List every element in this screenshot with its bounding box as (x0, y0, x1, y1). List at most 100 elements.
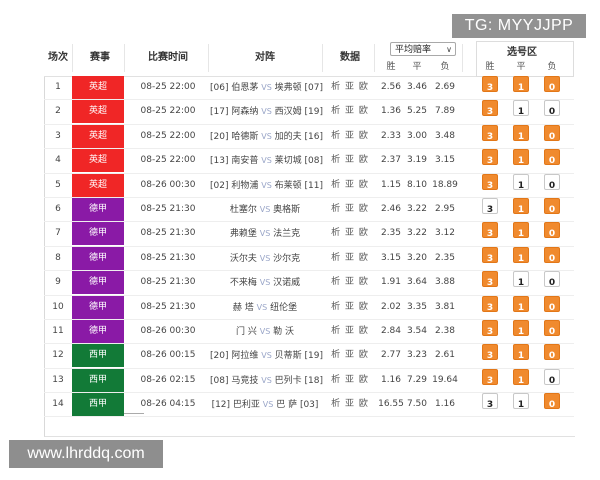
home-team[interactable]: 弗赖堡 (230, 229, 257, 239)
home-team[interactable]: [12] 巴利亚 (212, 400, 260, 410)
league-badge[interactable]: 德甲 (72, 197, 124, 221)
pick-draw-button[interactable]: 1 (513, 197, 529, 215)
data-links[interactable]: 析 亚 欧 (326, 320, 374, 343)
pick-loss-button[interactable]: 0 (544, 319, 560, 337)
pick-win-button[interactable]: 3 (482, 246, 498, 264)
pick-win-button[interactable]: 3 (482, 149, 498, 166)
pick-loss-button[interactable]: 0 (544, 295, 560, 313)
home-team[interactable]: [08] 马竞技 (210, 376, 258, 386)
league-badge[interactable]: 英超 (72, 76, 124, 99)
league-badge[interactable]: 英超 (72, 124, 124, 148)
pick-draw-button[interactable]: 1 (513, 344, 529, 361)
pick-win-button[interactable]: 3 (482, 173, 498, 191)
data-links[interactable]: 析 亚 欧 (326, 149, 374, 172)
pick-win-button[interactable]: 3 (482, 124, 498, 142)
home-team[interactable]: [20] 哈德斯 (210, 132, 258, 142)
league-badge[interactable]: 英超 (72, 173, 124, 197)
away-team[interactable]: 纽伦堡 (270, 303, 297, 313)
away-team[interactable]: 奥格斯 (273, 205, 300, 215)
pick-loss-button[interactable]: 0 (544, 124, 560, 142)
league-badge[interactable]: 德甲 (72, 295, 124, 319)
away-team[interactable]: 布莱顿 [11] (275, 181, 323, 191)
away-team[interactable]: 加的夫 [16] (275, 132, 323, 142)
home-team[interactable]: [06] 伯恩茅 (210, 83, 258, 93)
home-team[interactable]: [02] 利物浦 (210, 181, 258, 191)
pick-loss-button[interactable]: 0 (544, 197, 560, 215)
league-badge[interactable]: 英超 (72, 149, 124, 173)
home-team[interactable]: 杜塞尔 (230, 205, 257, 215)
data-links[interactable]: 析 亚 欧 (326, 76, 374, 99)
pick-win-button[interactable]: 3 (482, 197, 498, 215)
pick-win-button[interactable]: 3 (482, 344, 498, 361)
pick-loss-button[interactable]: 0 (544, 393, 560, 410)
league-badge[interactable]: 德甲 (72, 246, 124, 270)
away-team[interactable]: 巴 萨 [03] (276, 400, 318, 410)
odds-type-select[interactable]: 平均赔率 ∨ (390, 42, 456, 56)
pick-win-button[interactable]: 3 (482, 319, 498, 337)
data-links[interactable]: 析 亚 欧 (326, 393, 374, 416)
pick-draw-button[interactable]: 1 (513, 100, 529, 117)
league-badge[interactable]: 西甲 (72, 393, 124, 417)
away-team[interactable]: 勒 沃 (273, 327, 294, 337)
home-team[interactable]: [20] 阿拉维 (210, 351, 258, 361)
pick-loss-button[interactable]: 0 (544, 149, 560, 166)
league-badge[interactable]: 英超 (72, 100, 124, 124)
away-team[interactable]: 沙尔克 (273, 254, 300, 264)
pick-draw-button[interactable]: 1 (513, 319, 529, 337)
data-links[interactable]: 析 亚 欧 (326, 369, 374, 392)
pick-loss-button[interactable]: 0 (544, 344, 560, 361)
data-links[interactable]: 析 亚 欧 (326, 296, 374, 319)
away-team[interactable]: 西汉姆 [19] (275, 107, 323, 117)
pick-win-button[interactable]: 3 (482, 76, 498, 93)
data-links[interactable]: 析 亚 欧 (326, 198, 374, 221)
league-badge[interactable]: 西甲 (72, 344, 124, 368)
pick-win-button[interactable]: 3 (482, 368, 498, 386)
pick-win-button[interactable]: 3 (482, 100, 498, 117)
data-links[interactable]: 析 亚 欧 (326, 222, 374, 245)
league-badge[interactable]: 西甲 (72, 368, 124, 392)
pick-win-button[interactable]: 3 (482, 393, 498, 410)
data-links[interactable]: 析 亚 欧 (326, 100, 374, 123)
pick-loss-button[interactable]: 0 (544, 100, 560, 117)
pick-draw-button[interactable]: 1 (513, 368, 529, 386)
odds-win: 2.84 (380, 325, 402, 336)
home-team[interactable]: 门 兴 (236, 327, 257, 337)
pick-draw-button[interactable]: 1 (513, 124, 529, 142)
league-badge[interactable]: 德甲 (72, 319, 124, 343)
league-badge[interactable]: 德甲 (72, 222, 124, 246)
data-links[interactable]: 析 亚 欧 (326, 247, 374, 270)
home-team[interactable]: 不来梅 (230, 278, 257, 288)
home-team[interactable]: 赫 塔 (233, 303, 254, 313)
pick-win-button[interactable]: 3 (482, 271, 498, 288)
away-team[interactable]: 贝蒂斯 [19] (275, 351, 323, 361)
away-team[interactable]: 巴列卡 [18] (275, 376, 323, 386)
away-team[interactable]: 莱切城 [08] (275, 156, 323, 166)
pick-win-button[interactable]: 3 (482, 222, 498, 239)
data-links[interactable]: 析 亚 欧 (326, 125, 374, 148)
pick-draw-button[interactable]: 1 (513, 149, 529, 166)
home-team[interactable]: 沃尔夫 (230, 254, 257, 264)
pick-loss-button[interactable]: 0 (544, 76, 560, 93)
pick-draw-button[interactable]: 1 (513, 295, 529, 313)
pick-draw-button[interactable]: 1 (513, 222, 529, 239)
pick-loss-button[interactable]: 0 (544, 222, 560, 239)
away-team[interactable]: 埃弗顿 [07] (275, 83, 323, 93)
league-badge[interactable]: 德甲 (72, 271, 124, 295)
home-team[interactable]: [17] 阿森纳 (210, 107, 258, 117)
data-links[interactable]: 析 亚 欧 (326, 174, 374, 197)
away-team[interactable]: 法兰克 (273, 229, 300, 239)
pick-loss-button[interactable]: 0 (544, 271, 560, 288)
pick-draw-button[interactable]: 1 (513, 393, 529, 410)
pick-loss-button[interactable]: 0 (544, 246, 560, 264)
pick-draw-button[interactable]: 1 (513, 76, 529, 93)
pick-draw-button[interactable]: 1 (513, 246, 529, 264)
pick-loss-button[interactable]: 0 (544, 173, 560, 191)
pick-loss-button[interactable]: 0 (544, 368, 560, 386)
pick-draw-button[interactable]: 1 (513, 173, 529, 191)
pick-win-button[interactable]: 3 (482, 295, 498, 313)
pick-draw-button[interactable]: 1 (513, 271, 529, 288)
data-links[interactable]: 析 亚 欧 (326, 271, 374, 294)
home-team[interactable]: [13] 南安普 (210, 156, 258, 166)
data-links[interactable]: 析 亚 欧 (326, 344, 374, 367)
away-team[interactable]: 汉诺威 (273, 278, 300, 288)
